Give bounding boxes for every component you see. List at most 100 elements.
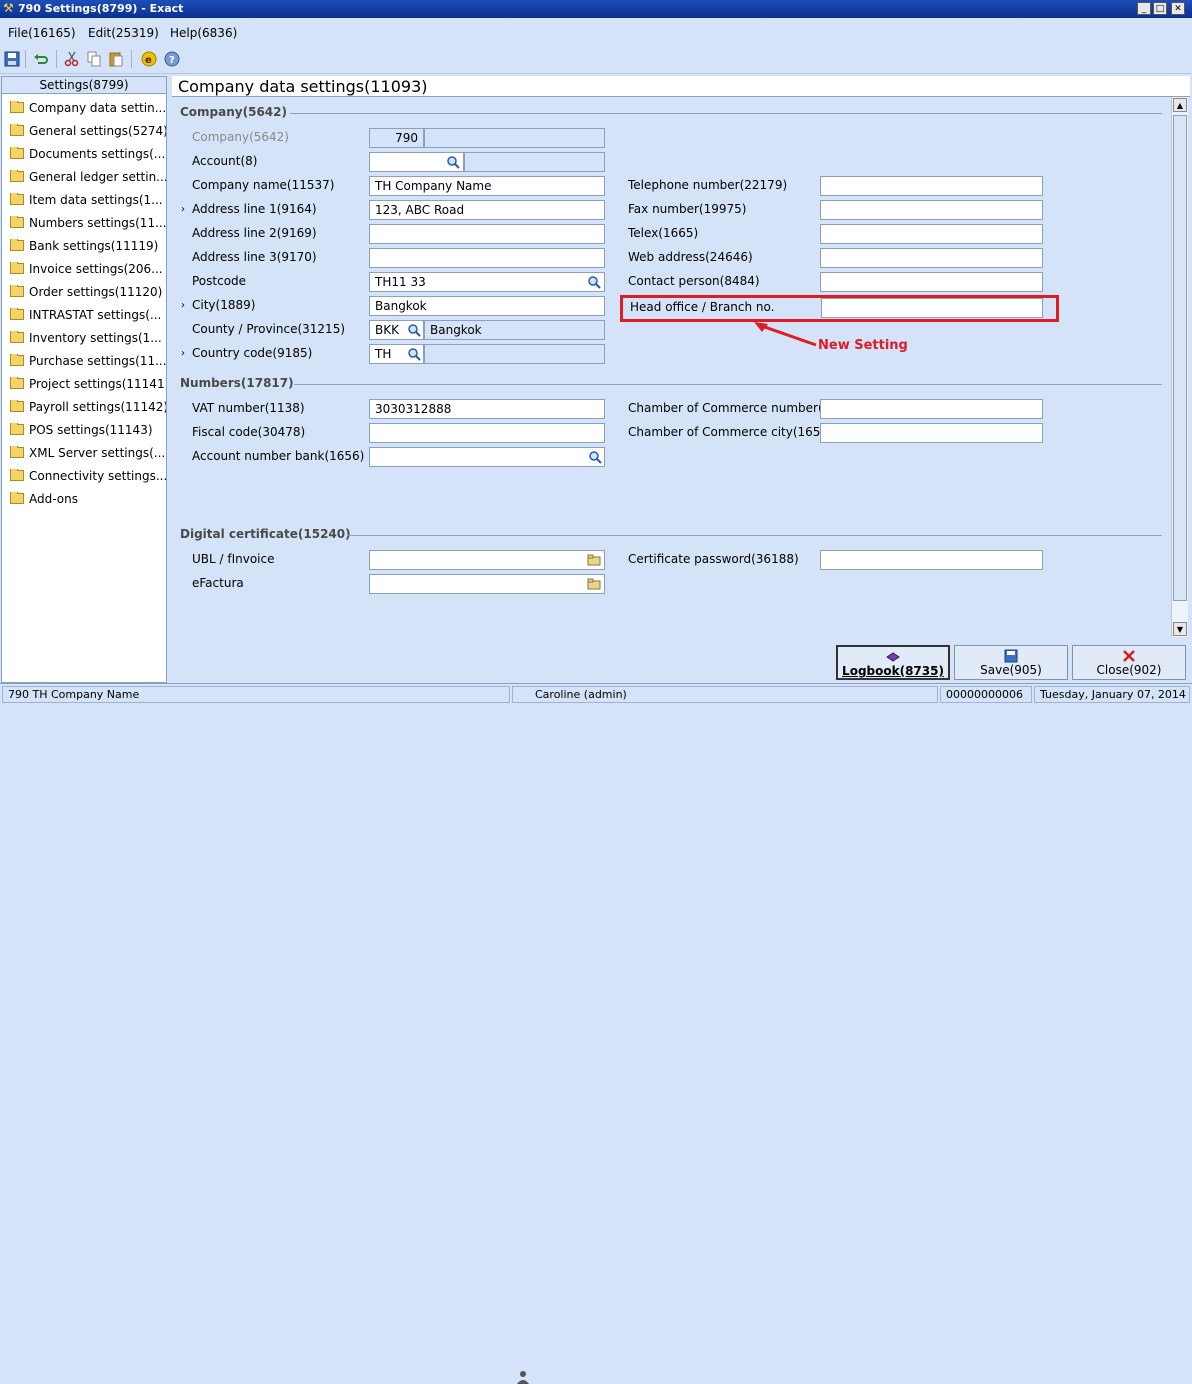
section-divider	[294, 384, 1162, 385]
sidebar-item-general-ledger[interactable]: General ledger settin...	[10, 170, 166, 188]
sidebar-item-connectivity[interactable]: Connectivity settings...	[10, 469, 166, 487]
vertical-scrollbar[interactable]: ▲ ▼	[1171, 97, 1188, 637]
sidebar-item-item-data[interactable]: Item data settings(1...	[10, 193, 166, 211]
folder-icon	[10, 400, 24, 412]
folder-browse-icon[interactable]	[587, 577, 601, 591]
toolbar-separator	[131, 50, 132, 68]
company-code-field: 790	[369, 128, 424, 148]
save-icon[interactable]	[4, 51, 20, 67]
lookup-icon[interactable]	[588, 450, 602, 464]
efactura-input[interactable]	[369, 574, 605, 594]
menu-file[interactable]: File(16165)	[8, 26, 76, 40]
logbook-icon	[886, 652, 900, 662]
scroll-up-button[interactable]: ▲	[1173, 98, 1187, 112]
fax-input[interactable]	[820, 200, 1043, 220]
fax-label: Fax number(19975)	[628, 202, 747, 216]
sidebar-item-documents[interactable]: Documents settings(...	[10, 147, 166, 165]
folder-icon	[10, 262, 24, 274]
sidebar-item-add-ons[interactable]: Add-ons	[10, 492, 166, 510]
telex-input[interactable]	[820, 224, 1043, 244]
logbook-button[interactable]: Logbook(8735)	[836, 645, 950, 680]
sidebar-item-intrastat[interactable]: INTRASTAT settings(...	[10, 308, 166, 326]
sidebar-item-inventory[interactable]: Inventory settings(1...	[10, 331, 166, 349]
status-company: 790 TH Company Name	[2, 686, 510, 703]
menu-edit[interactable]: Edit(25319)	[88, 26, 159, 40]
toolbar-separator	[56, 50, 57, 68]
paste-icon[interactable]	[108, 51, 124, 67]
telex-label: Telex(1665)	[628, 226, 699, 240]
toolbar-separator	[25, 50, 26, 68]
city-input[interactable]: Bangkok	[369, 296, 605, 316]
address-line-1-input[interactable]: 123, ABC Road	[369, 200, 605, 220]
folder-icon	[10, 446, 24, 458]
certificate-password-input[interactable]	[820, 550, 1043, 570]
postcode-input[interactable]: TH11 33	[369, 272, 605, 292]
close-button[interactable]: Close(902)	[1072, 645, 1186, 680]
chamber-of-commerce-number-input[interactable]	[820, 399, 1043, 419]
sidebar-item-general[interactable]: General settings(5274)	[10, 124, 166, 142]
status-date: Tuesday, January 07, 2014	[1034, 686, 1190, 703]
exact-e-icon[interactable]: e	[141, 51, 157, 67]
section-divider	[290, 113, 1162, 114]
folder-icon	[10, 101, 24, 113]
contact-person-input[interactable]	[820, 272, 1043, 292]
sidebar-item-purchase[interactable]: Purchase settings(11...	[10, 354, 166, 372]
sidebar-item-project[interactable]: Project settings(11141)	[10, 377, 166, 395]
folder-browse-icon[interactable]	[587, 553, 601, 567]
scroll-down-button[interactable]: ▼	[1173, 622, 1187, 636]
vat-number-input[interactable]: 3030312888	[369, 399, 605, 419]
address-line-3-label: Address line 3(9170)	[192, 250, 317, 264]
telephone-input[interactable]	[820, 176, 1043, 196]
county-name-readonly: Bangkok	[424, 320, 605, 340]
country-name-readonly	[424, 344, 605, 364]
address-line-3-input[interactable]	[369, 248, 605, 268]
close-window-button[interactable]: ✕	[1171, 2, 1185, 15]
lookup-icon[interactable]	[407, 347, 421, 361]
annotation-label: New Setting	[818, 338, 908, 353]
folder-icon	[10, 170, 24, 182]
fiscal-code-input[interactable]	[369, 423, 605, 443]
lookup-icon[interactable]	[407, 323, 421, 337]
folder-icon	[10, 216, 24, 228]
chevron-right-icon: ›	[181, 300, 185, 311]
sidebar-item-invoice[interactable]: Invoice settings(206...	[10, 262, 166, 280]
web-address-input[interactable]	[820, 248, 1043, 268]
certificate-password-label: Certificate password(36188)	[628, 552, 799, 566]
fiscal-code-label: Fiscal code(30478)	[192, 425, 306, 439]
folder-icon	[10, 469, 24, 481]
settings-tools-icon: ⚒	[3, 1, 14, 15]
sidebar-item-xml-server[interactable]: XML Server settings(...	[10, 446, 166, 464]
maximize-button[interactable]: □	[1153, 2, 1167, 15]
cut-icon[interactable]	[64, 51, 80, 67]
annotation-arrow-icon	[754, 322, 817, 347]
sidebar-item-pos[interactable]: POS settings(11143)	[10, 423, 166, 441]
sidebar-item-company-data[interactable]: Company data settin...	[10, 101, 166, 119]
sidebar-item-numbers[interactable]: Numbers settings(11...	[10, 216, 166, 234]
address-line-2-label: Address line 2(9169)	[192, 226, 317, 240]
user-icon	[517, 1371, 529, 1384]
ubl-label: UBL / fInvoice	[192, 552, 275, 566]
page-header: Company data settings(11093)	[172, 76, 1190, 97]
status-bar: 790 TH Company Name Caroline (admin) 000…	[0, 683, 1192, 1384]
minimize-button[interactable]: _	[1137, 2, 1151, 15]
sidebar-item-bank[interactable]: Bank settings(11119)	[10, 239, 166, 257]
copy-icon[interactable]	[86, 51, 102, 67]
chamber-of-commerce-city-label: Chamber of Commerce city(1658	[628, 425, 820, 439]
help-icon[interactable]: ?	[164, 51, 180, 67]
svg-text:?: ?	[169, 55, 175, 66]
chamber-of-commerce-city-input[interactable]	[820, 423, 1043, 443]
menu-help[interactable]: Help(6836)	[170, 26, 237, 40]
company-name-input[interactable]: TH Company Name	[369, 176, 605, 196]
telephone-label: Telephone number(22179)	[628, 178, 788, 192]
lookup-icon[interactable]	[587, 275, 601, 289]
ubl-input[interactable]	[369, 550, 605, 570]
sidebar-item-payroll[interactable]: Payroll settings(11142)	[10, 400, 166, 418]
contact-person-label: Contact person(8484)	[628, 274, 760, 288]
save-button[interactable]: Save(905)	[954, 645, 1068, 680]
lookup-icon[interactable]	[446, 155, 460, 169]
address-line-2-input[interactable]	[369, 224, 605, 244]
sidebar-item-order[interactable]: Order settings(11120)	[10, 285, 166, 303]
undo-icon[interactable]	[33, 51, 49, 67]
scrollbar-thumb[interactable]	[1173, 115, 1187, 601]
account-number-bank-input[interactable]	[369, 447, 605, 467]
